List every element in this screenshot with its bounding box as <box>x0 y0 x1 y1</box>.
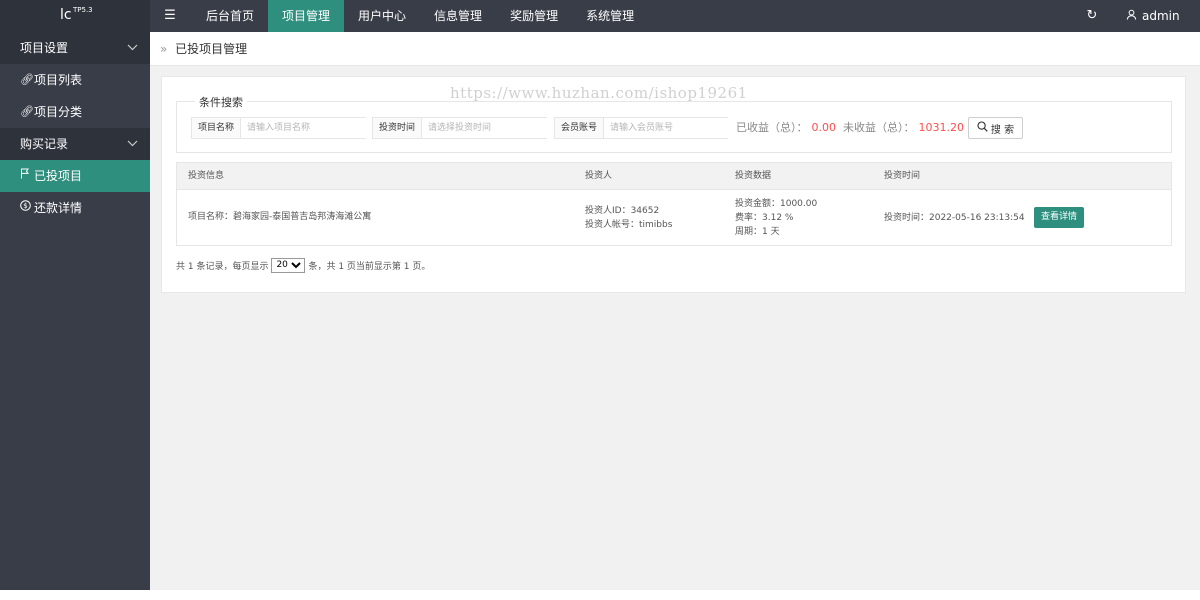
sidebar-item-invested-projects[interactable]: 已投项目 <box>0 160 150 192</box>
search-icon <box>977 121 988 135</box>
period-cell: 周期：1 天 <box>735 227 780 237</box>
search-button-label: 搜 索 <box>990 124 1015 136</box>
project-name-input[interactable] <box>241 118 374 138</box>
page-title: 已投项目管理 <box>175 42 248 56</box>
sidebar-item-label: 还款详情 <box>34 201 83 215</box>
search-legend: 条件搜索 <box>195 94 247 110</box>
logo-version: TP5.3 <box>73 6 93 14</box>
hamburger-icon[interactable]: ☰ <box>160 0 180 32</box>
table-header: 投资信息 投资人 投资数据 投资时间 <box>177 163 1171 190</box>
sidebar-group-label: 购买记录 <box>20 137 69 151</box>
column-header: 投资时间 <box>884 171 921 181</box>
user-menu[interactable]: admin <box>1126 0 1180 32</box>
member-account-label: 会员账号 <box>555 118 605 138</box>
sidebar-group-purchase-records[interactable]: 购买记录 <box>0 128 150 160</box>
rate-cell: 费率：3.12 % <box>735 213 794 223</box>
breadcrumb: » 已投项目管理 <box>150 32 1200 66</box>
column-header: 投资信息 <box>188 171 225 181</box>
project-name-field: 项目名称 <box>191 117 374 139</box>
chevron-down-icon <box>127 128 138 160</box>
pagination: 共 1 条记录，每页显示 20 条，共 1 页当前显示第 1 页。 <box>176 257 430 273</box>
nav-item-system-management[interactable]: 系统管理 <box>572 0 648 32</box>
unearned-label: 未收益（总）： <box>843 121 915 134</box>
sidebar-group-project-settings[interactable]: 项目设置 <box>0 32 150 64</box>
watermark: https://www.huzhan.com/ishop19261 <box>450 84 748 102</box>
sidebar-item-repayment-details[interactable]: $ 还款详情 <box>0 192 150 224</box>
user-name: admin <box>1142 9 1180 23</box>
unearned-total: 未收益（总）： 1031.20 <box>843 117 964 139</box>
view-details-button[interactable]: 查看详情 <box>1034 207 1084 228</box>
dollar-icon: $ <box>20 192 34 224</box>
nav-item-reward-management[interactable]: 奖励管理 <box>496 0 572 32</box>
logo-text: lc <box>60 7 72 23</box>
sidebar-item-label: 项目列表 <box>34 73 83 87</box>
unearned-value: 1031.20 <box>918 121 965 134</box>
top-nav: 后台首页 项目管理 用户中心 信息管理 奖励管理 系统管理 <box>192 0 648 32</box>
nav-item-user-center[interactable]: 用户中心 <box>344 0 420 32</box>
investment-table: 投资信息 投资人 投资数据 投资时间 项目名称：碧海家园-泰国普吉岛邦涛海滩公寓… <box>176 162 1172 246</box>
member-account-input[interactable] <box>604 118 737 138</box>
member-account-field: 会员账号 <box>554 117 737 139</box>
sidebar-group-label: 项目设置 <box>20 41 69 55</box>
investment-time-input[interactable] <box>422 118 555 138</box>
chevron-down-icon <box>127 32 138 64</box>
investor-account-cell: 投资人帐号：timibbs <box>585 220 673 230</box>
nav-item-project-management[interactable]: 项目管理 <box>268 0 345 32</box>
svg-text:$: $ <box>23 202 27 210</box>
search-button[interactable]: 搜 索 <box>968 117 1023 139</box>
column-header: 投资数据 <box>735 171 772 181</box>
user-icon <box>1126 0 1138 32</box>
sidebar-item-project-list[interactable]: 🔗︎ 项目列表 <box>0 64 150 96</box>
top-bar: lc TP5.3 ☰ 后台首页 项目管理 用户中心 信息管理 奖励管理 系统管理… <box>0 0 1200 32</box>
logo[interactable]: lc TP5.3 <box>0 0 150 32</box>
earned-label: 已收益（总）： <box>736 121 808 134</box>
project-name-label: 项目名称 <box>192 118 242 138</box>
earned-value: 0.00 <box>811 121 837 134</box>
pager-suffix: 条，共 1 页当前显示第 1 页。 <box>308 261 431 272</box>
flag-icon <box>20 160 34 192</box>
nav-item-info-management[interactable]: 信息管理 <box>420 0 496 32</box>
sidebar-item-label: 已投项目 <box>34 169 83 183</box>
link-icon: 🔗︎ <box>20 105 34 118</box>
sidebar-item-project-category[interactable]: 🔗︎ 项目分类 <box>0 96 150 128</box>
link-icon: 🔗︎ <box>20 73 34 86</box>
nav-item-home[interactable]: 后台首页 <box>192 0 268 32</box>
sidebar: 项目设置 🔗︎ 项目列表 🔗︎ 项目分类 购买记录 已投项目 $ 还款详情 <box>0 32 150 600</box>
investment-time-cell: 投资时间：2022-05-16 23:13:54 <box>884 213 1025 223</box>
double-chevron-icon: » <box>160 42 168 56</box>
earned-total: 已收益（总）： 0.00 <box>736 117 836 139</box>
sidebar-item-label: 项目分类 <box>34 105 83 119</box>
refresh-icon[interactable]: ↻ <box>1082 0 1102 32</box>
page-size-select[interactable]: 20 <box>271 257 306 273</box>
amount-cell: 投资金额：1000.00 <box>735 199 818 209</box>
investor-id-cell: 投资人ID：34652 <box>585 206 660 216</box>
column-header: 投资人 <box>585 171 613 181</box>
investment-time-field: 投资时间 <box>372 117 555 139</box>
bottom-edge <box>0 590 1200 600</box>
project-name-cell: 项目名称：碧海家园-泰国普吉岛邦涛海滩公寓 <box>188 212 372 222</box>
pager-prefix: 共 1 条记录，每页显示 <box>176 261 269 272</box>
investment-time-label: 投资时间 <box>373 118 423 138</box>
